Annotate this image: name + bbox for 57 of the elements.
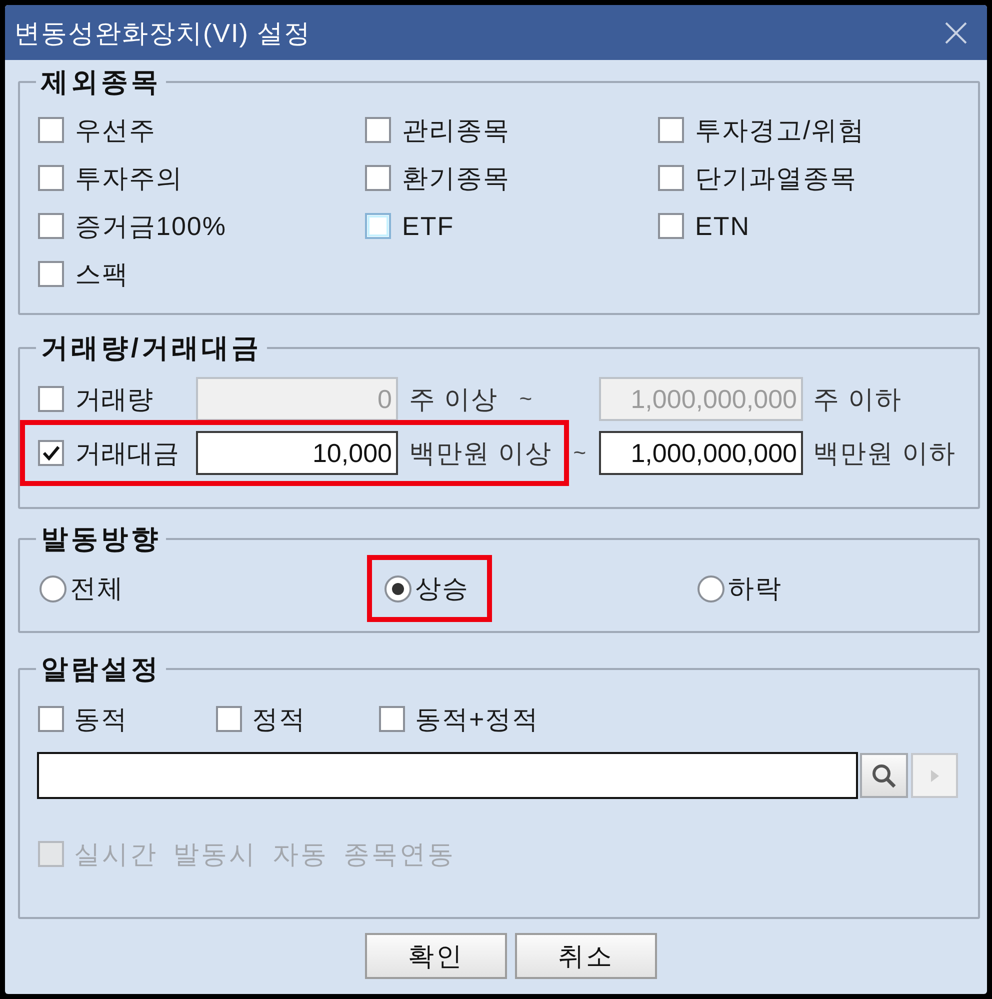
number-field[interactable]: 1,000,000,000 xyxy=(599,431,803,475)
radio-button[interactable] xyxy=(384,574,412,602)
group-title: 거래량/거래대금 xyxy=(40,332,263,365)
checkbox-label: 정적 xyxy=(252,703,306,735)
checkbox[interactable] xyxy=(38,165,64,191)
radio-button[interactable] xyxy=(39,574,67,602)
range-separator: ~ xyxy=(519,385,532,413)
checkbox-label: 우선주 xyxy=(75,114,156,146)
dialog-button[interactable]: 확인 xyxy=(365,933,507,979)
checkbox-label: ETF xyxy=(402,210,454,242)
group-title: 제외종목 xyxy=(40,66,162,99)
checkbox[interactable] xyxy=(38,386,64,412)
group-title: 발동방향 xyxy=(40,523,162,556)
checkbox[interactable] xyxy=(216,706,242,732)
unit-label: 주 이상 xyxy=(409,383,498,415)
checkbox[interactable] xyxy=(38,117,64,143)
checkbox-label: 증거금100% xyxy=(75,210,226,242)
caret-right-icon xyxy=(930,770,938,782)
close-icon[interactable] xyxy=(945,22,967,44)
unit-label: 주 이하 xyxy=(813,383,902,415)
checkbox[interactable] xyxy=(365,117,391,143)
row-label: 거래대금 xyxy=(75,437,180,469)
checkbox[interactable] xyxy=(38,706,64,732)
radio-label: 하락 xyxy=(728,572,782,605)
checkbox-label: 실시간 발동시 자동 종목연동 xyxy=(74,838,456,870)
checkbox[interactable] xyxy=(658,117,684,143)
radio-button[interactable] xyxy=(697,574,725,602)
group-title: 알람설정 xyxy=(40,653,162,686)
number-field[interactable]: 10,000 xyxy=(196,431,398,475)
radio-label: 전체 xyxy=(70,572,124,605)
checkbox[interactable] xyxy=(365,213,391,239)
dialog-button[interactable]: 취소 xyxy=(515,933,657,979)
checkbox[interactable] xyxy=(38,261,64,287)
window-title: 변동성완화장치(VI) 설정 xyxy=(14,16,312,48)
checkbox[interactable] xyxy=(658,165,684,191)
checkbox-label: 동적 xyxy=(74,703,128,735)
unit-label: 백만원 이하 xyxy=(813,437,956,469)
checkbox-label: 투자주의 xyxy=(75,162,183,194)
checkbox[interactable] xyxy=(38,440,64,466)
checkbox-label: 단기과열종목 xyxy=(695,162,857,194)
checkbox-label: 환기종목 xyxy=(402,162,510,194)
unit-label: 백만원 이상 xyxy=(409,437,552,469)
checkbox[interactable] xyxy=(38,213,64,239)
checkbox-label: 스팩 xyxy=(75,258,129,290)
checkbox-label: 투자경고/위험 xyxy=(695,114,866,146)
checkbox-label: ETN xyxy=(695,210,750,242)
checkbox-label: 동적+정적 xyxy=(415,703,540,735)
search-button[interactable] xyxy=(860,753,908,798)
checkbox[interactable] xyxy=(365,165,391,191)
checkbox[interactable] xyxy=(658,213,684,239)
range-separator: ~ xyxy=(573,439,586,467)
row-label: 거래량 xyxy=(75,383,154,415)
checkbox[interactable] xyxy=(379,706,405,732)
input-field[interactable] xyxy=(37,752,858,799)
radio-label: 상승 xyxy=(415,572,469,605)
search-icon xyxy=(872,764,896,788)
checkbox-label: 관리종목 xyxy=(402,114,510,146)
